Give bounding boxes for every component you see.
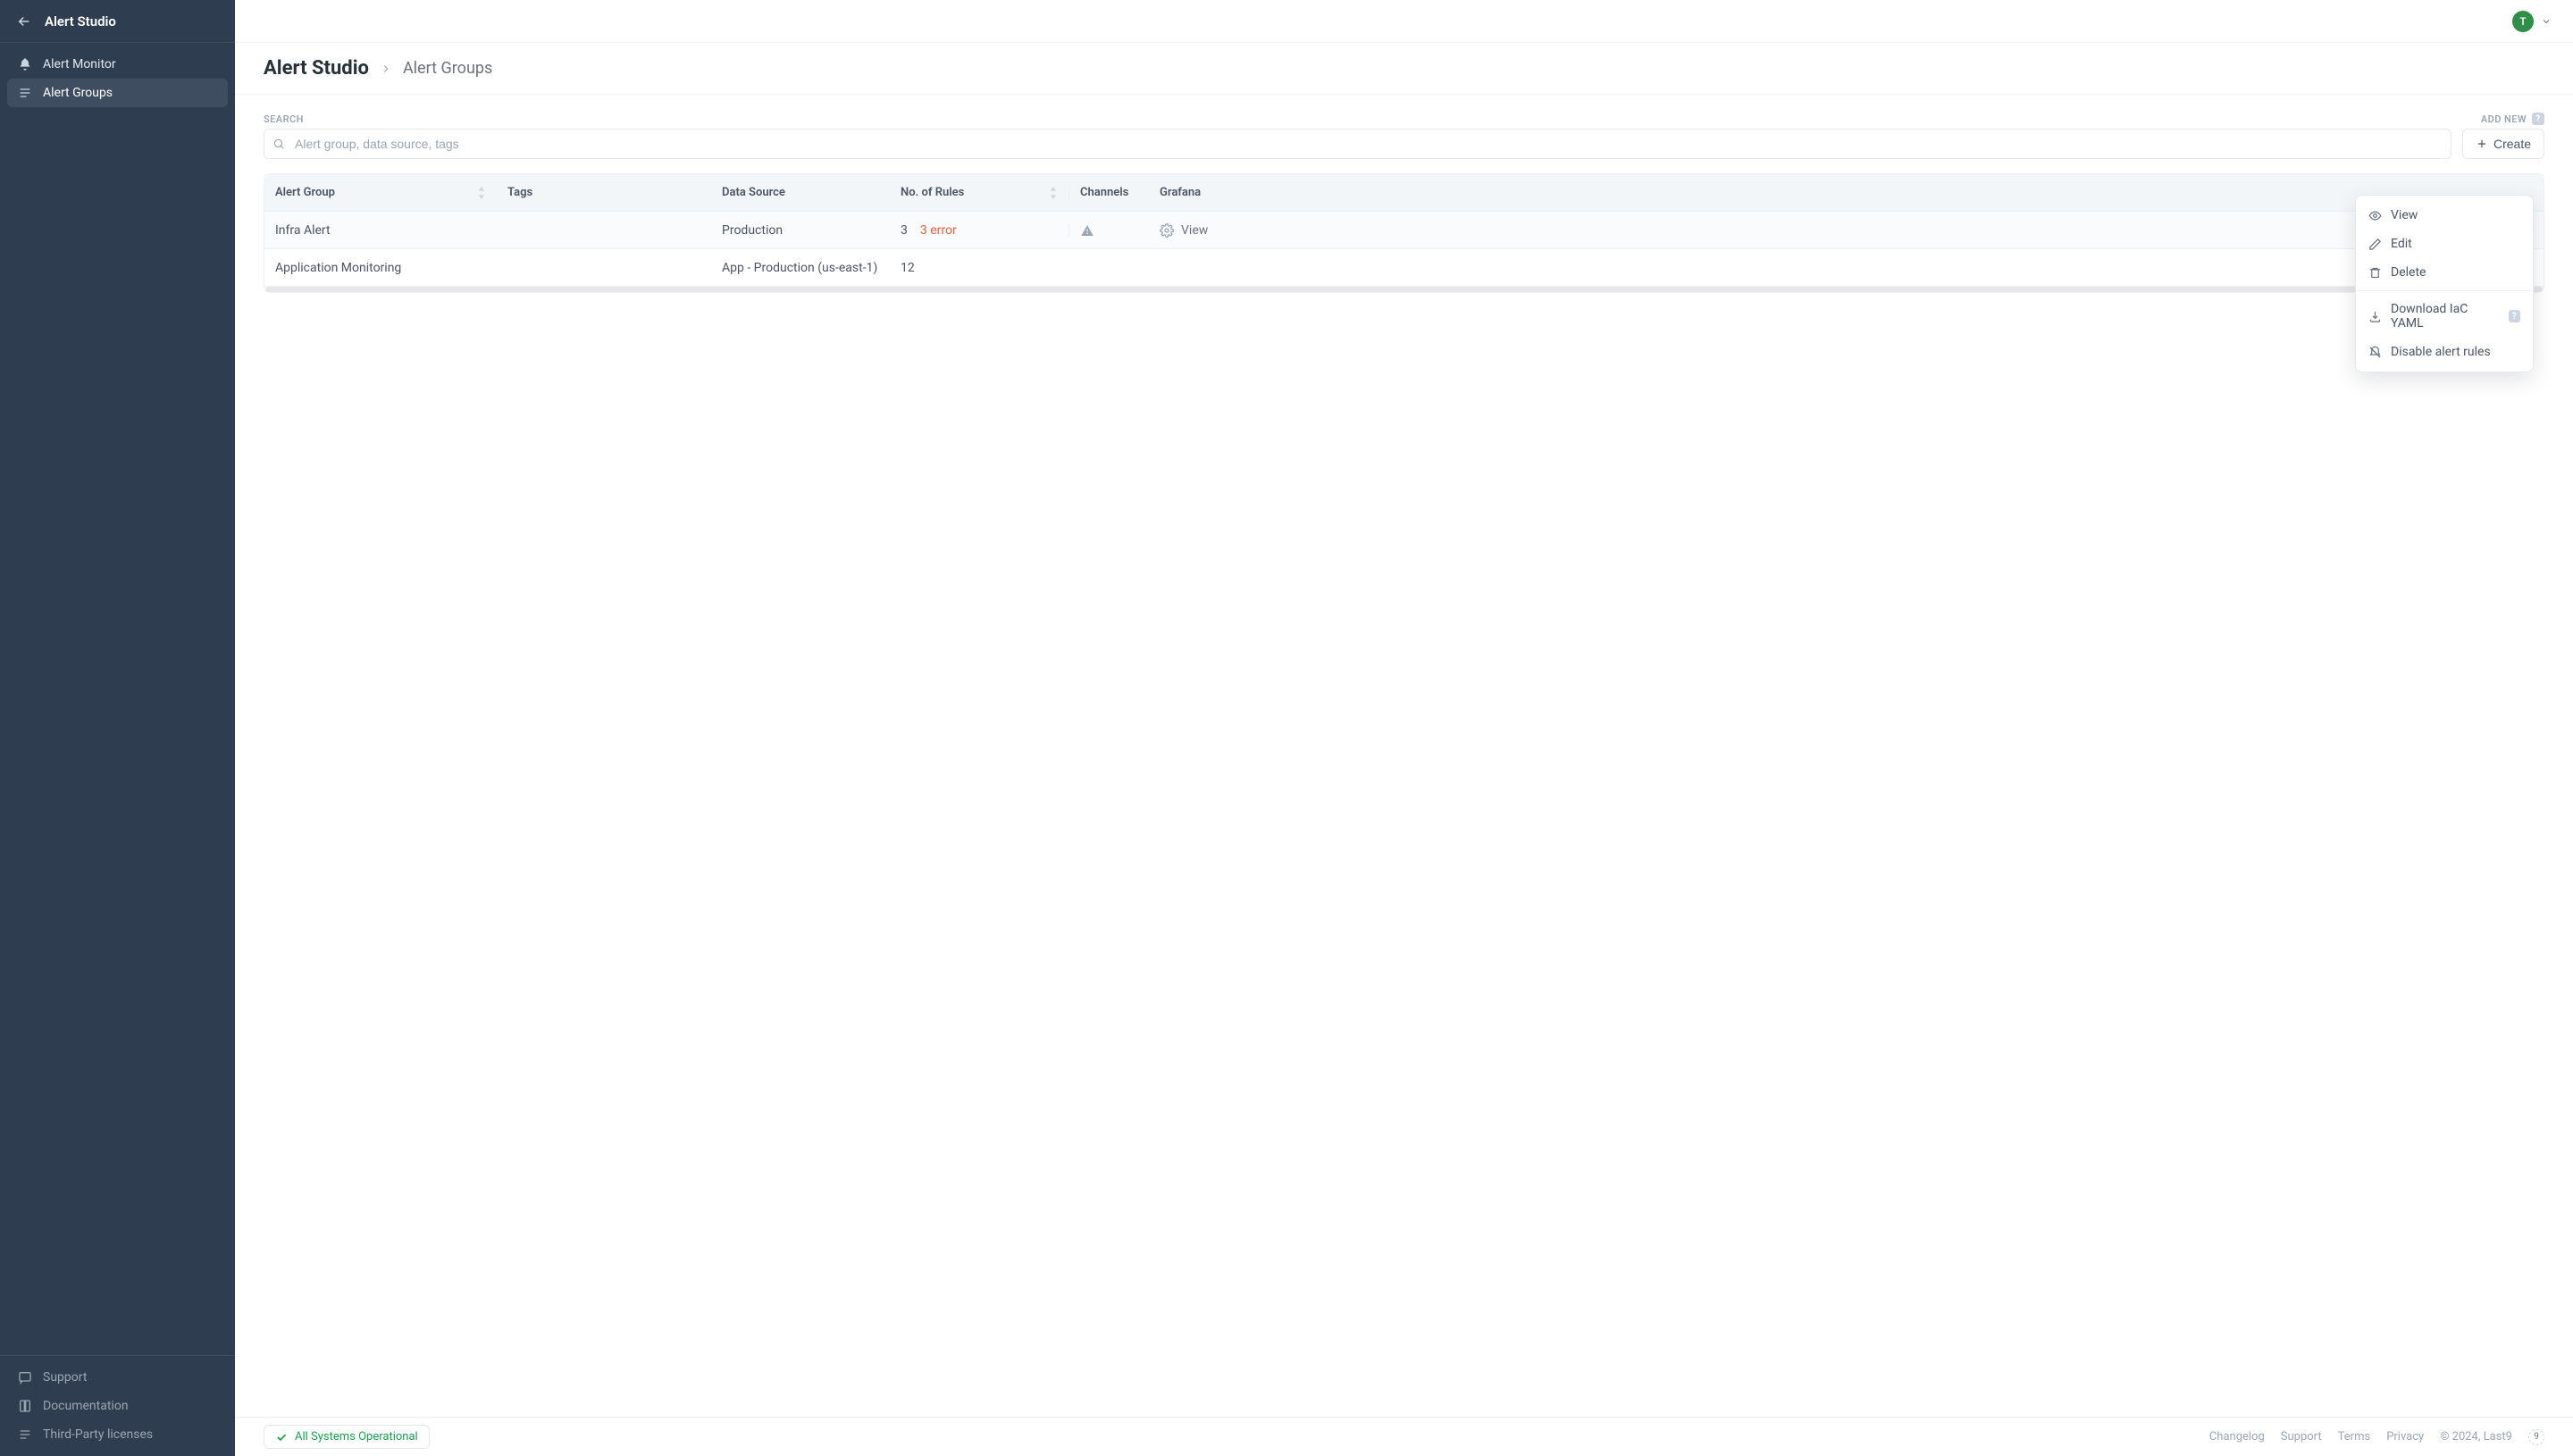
col-header-group[interactable]: Alert Group: [264, 186, 497, 199]
create-button-label: Create: [2493, 137, 2531, 151]
pencil-icon: [2368, 238, 2382, 251]
cell-group: Application Monitoring: [264, 261, 497, 275]
chat-icon: [18, 1370, 32, 1385]
help-badge-icon[interactable]: ?: [2509, 310, 2520, 322]
ctx-view[interactable]: View: [2356, 201, 2533, 230]
user-avatar[interactable]: T: [2512, 11, 2534, 32]
check-icon: [275, 1431, 288, 1443]
search-group: SEARCH: [264, 113, 2451, 159]
download-icon: [2368, 310, 2382, 323]
row-context-menu: View Edit Delete: [2355, 195, 2534, 372]
sidebar-footer-label: Support: [43, 1370, 87, 1385]
topbar: T: [235, 0, 2573, 43]
sidebar-footer-label: Documentation: [43, 1399, 129, 1413]
main: T Alert Studio Alert Groups SEARCH: [235, 0, 2573, 1456]
sidebar-item-label: Alert Monitor: [43, 57, 116, 71]
list-icon: [18, 1427, 32, 1442]
col-header-channels[interactable]: Channels: [1069, 186, 1149, 199]
horizontal-scrollbar[interactable]: [265, 287, 2543, 292]
back-arrow-icon[interactable]: [16, 13, 32, 29]
cell-rules: 12: [890, 261, 1069, 275]
chevron-down-icon[interactable]: [2541, 16, 2552, 27]
footer-link-terms[interactable]: Terms: [2338, 1430, 2371, 1443]
create-button[interactable]: Create: [2462, 129, 2544, 159]
cell-grafana: View: [1149, 221, 2544, 240]
bell-icon: [18, 57, 32, 71]
alert-groups-table: Alert Group Tags Data Source No. of Rule…: [264, 173, 2544, 293]
sort-icon: [477, 187, 486, 199]
warning-triangle-icon: [1080, 223, 1094, 238]
trash-icon: [2368, 266, 2382, 280]
table-row[interactable]: Application Monitoring App - Production …: [264, 249, 2544, 287]
page-footer: All Systems Operational Changelog Suppor…: [235, 1417, 2573, 1456]
cell-grafana: [1149, 258, 2544, 278]
sort-icon: [1049, 187, 1058, 199]
search-icon: [272, 138, 285, 150]
ctx-download-iac[interactable]: Download IaC YAML ?: [2356, 295, 2533, 338]
cell-data-source: App - Production (us-east-1): [711, 261, 890, 275]
addnew-label: ADD NEW ?: [2481, 113, 2544, 125]
sidebar-item-alert-groups[interactable]: Alert Groups: [7, 79, 228, 107]
addnew-group: ADD NEW ? Create: [2462, 113, 2544, 159]
sidebar-title: Alert Studio: [45, 13, 116, 29]
bell-off-icon: [2368, 346, 2382, 359]
rules-error-text: 3 error: [920, 223, 957, 238]
cell-rules: 3 3 error: [890, 223, 1069, 238]
status-pill[interactable]: All Systems Operational: [264, 1425, 430, 1449]
sidebar-footer-licenses[interactable]: Third-Party licenses: [7, 1420, 228, 1449]
col-header-tags[interactable]: Tags: [497, 186, 711, 199]
status-text: All Systems Operational: [295, 1430, 418, 1443]
menu-separator: [2356, 290, 2533, 291]
sidebar-footer-documentation[interactable]: Documentation: [7, 1392, 228, 1420]
search-label: SEARCH: [264, 113, 2451, 125]
eye-icon: [2368, 209, 2382, 222]
footer-link-changelog[interactable]: Changelog: [2209, 1430, 2265, 1443]
sidebar-footer-label: Third-Party licenses: [43, 1427, 153, 1442]
breadcrumb-root[interactable]: Alert Studio: [264, 57, 369, 79]
sidebar-item-label: Alert Groups: [43, 86, 113, 100]
help-badge-icon[interactable]: ?: [2532, 113, 2544, 125]
list-icon: [18, 86, 32, 100]
footer-link-support[interactable]: Support: [2281, 1430, 2322, 1443]
sidebar-item-alert-monitor[interactable]: Alert Monitor: [7, 50, 228, 79]
cell-group: Infra Alert: [264, 223, 497, 238]
col-header-rules[interactable]: No. of Rules: [890, 186, 1069, 199]
sidebar-footer-support[interactable]: Support: [7, 1363, 228, 1392]
search-input[interactable]: [264, 129, 2451, 159]
ctx-delete[interactable]: Delete: [2356, 258, 2533, 287]
book-icon: [18, 1399, 32, 1413]
copyright-text: © 2024, Last9: [2440, 1430, 2512, 1443]
grafana-view-link[interactable]: View: [1181, 223, 1208, 238]
col-header-data-source[interactable]: Data Source: [711, 186, 890, 199]
col-header-grafana[interactable]: Grafana: [1149, 186, 2544, 199]
sidebar-header: Alert Studio: [0, 0, 235, 43]
ctx-disable-rules[interactable]: Disable alert rules: [2356, 338, 2533, 366]
breadcrumb-current: Alert Groups: [403, 59, 492, 78]
breadcrumb: Alert Studio Alert Groups: [235, 43, 2573, 95]
sidebar-nav: Alert Monitor Alert Groups: [0, 43, 235, 1355]
sidebar: Alert Studio Alert Monitor Alert Groups: [0, 0, 235, 1456]
cell-data-source: Production: [711, 223, 890, 238]
table-header: Alert Group Tags Data Source No. of Rule…: [264, 174, 2544, 212]
content: SEARCH ADD NEW ? Create: [235, 95, 2573, 1417]
sidebar-footer: Support Documentation Third-Party licens…: [0, 1355, 235, 1456]
brand-logo: 9: [2528, 1429, 2544, 1445]
grafana-icon: [1160, 223, 1174, 238]
cell-channels: [1069, 223, 1149, 238]
chevron-right-icon: [380, 63, 392, 75]
footer-links: Changelog Support Terms Privacy © 2024, …: [2209, 1429, 2544, 1445]
footer-link-privacy[interactable]: Privacy: [2386, 1430, 2424, 1443]
toolbar: SEARCH ADD NEW ? Create: [264, 113, 2544, 159]
ctx-edit[interactable]: Edit: [2356, 230, 2533, 258]
table-row[interactable]: Infra Alert Production 3 3 error: [264, 212, 2544, 249]
